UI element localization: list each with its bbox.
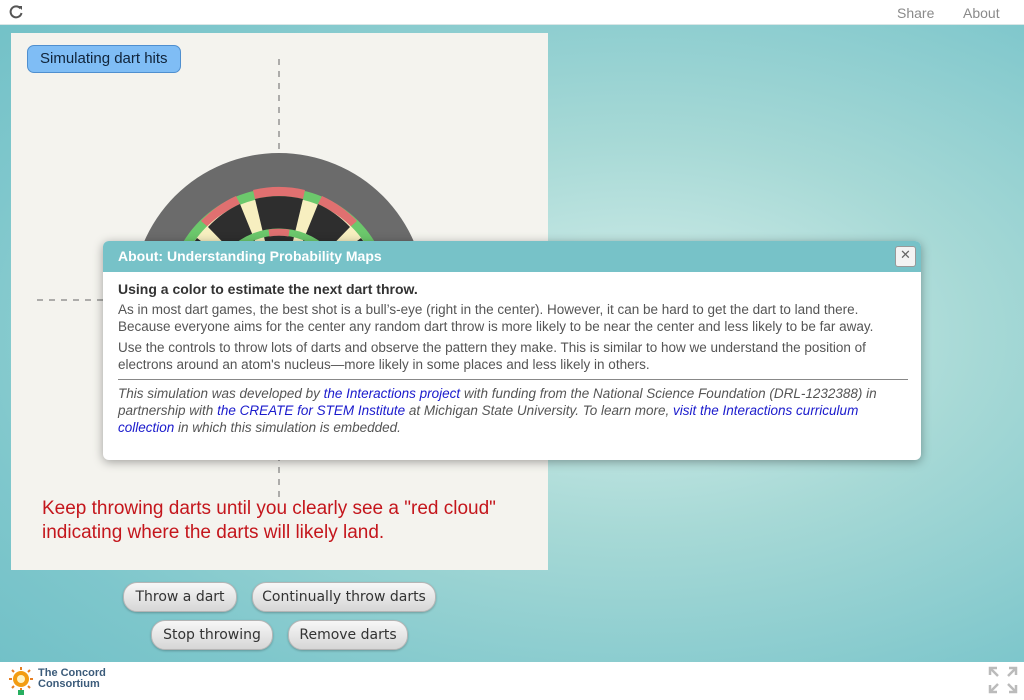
divider: [118, 379, 908, 380]
stop-throwing-button[interactable]: Stop throwing: [151, 620, 273, 650]
credits-part: at Michigan State University. To learn m…: [405, 403, 673, 418]
share-link[interactable]: Share: [897, 5, 934, 21]
dialog-heading: Using a color to estimate the next dart …: [118, 281, 418, 297]
instruction-text: Keep throwing darts until you clearly se…: [42, 498, 496, 543]
dialog-paragraph-1: As in most dart games, the best shot is …: [118, 302, 874, 334]
credits-part: This simulation was developed by: [118, 386, 324, 401]
credits-text: This simulation was developed by the Int…: [118, 385, 908, 436]
dialog-body: Using a color to estimate the next dart …: [118, 281, 908, 436]
dialog-paragraph-2: Use the controls to throw lots of darts …: [118, 340, 866, 372]
throw-dart-button[interactable]: Throw a dart: [123, 582, 237, 612]
top-bar: Share About: [0, 0, 1024, 25]
bottom-bar: [0, 662, 1024, 700]
credits-part: in which this simulation is embedded.: [174, 420, 401, 435]
about-link[interactable]: About: [963, 5, 1000, 21]
fullscreen-icon[interactable]: [988, 666, 1018, 694]
interactions-project-link[interactable]: the Interactions project: [324, 386, 461, 401]
about-dialog: About: Understanding Probability Maps ✕ …: [103, 241, 921, 460]
logo-text: The Concord Consortium: [38, 668, 106, 690]
remove-darts-button[interactable]: Remove darts: [288, 620, 408, 650]
dialog-title: About: Understanding Probability Maps: [118, 248, 382, 264]
continually-throw-button[interactable]: Continually throw darts: [252, 582, 436, 612]
logo-line-2: Consortium: [38, 678, 100, 690]
reload-icon[interactable]: [8, 4, 24, 20]
dialog-header: About: Understanding Probability Maps ✕: [103, 241, 921, 272]
create-stem-link[interactable]: the CREATE for STEM Institute: [217, 403, 405, 418]
close-button[interactable]: ✕: [895, 246, 916, 267]
simulation-title: Simulating dart hits: [27, 45, 181, 73]
